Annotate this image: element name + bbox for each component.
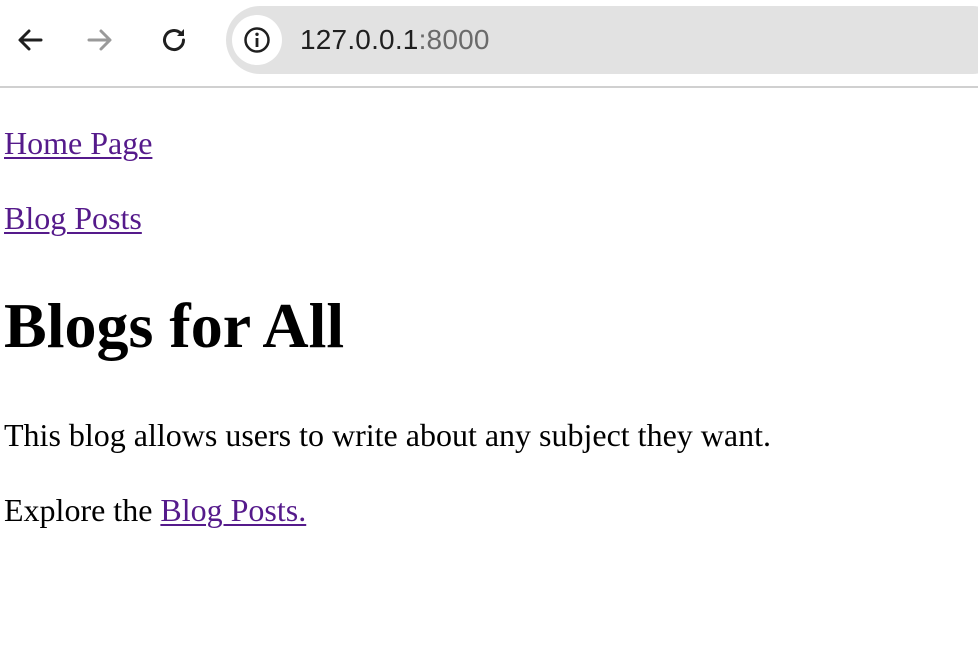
explore-paragraph: Explore the Blog Posts. [4,492,306,528]
reload-button[interactable] [154,20,194,60]
browser-toolbar: 127.0.0.1:8000 [0,0,978,88]
forward-button[interactable] [80,20,120,60]
blog-posts-link[interactable]: Blog Posts [4,200,142,236]
home-nav: Home Page [4,125,152,161]
url-host: 127.0.0.1 [300,24,419,55]
explore-blog-posts-link[interactable]: Blog Posts. [160,492,306,528]
explore-text: Explore the [4,492,161,528]
page-description: This blog allows users to write about an… [4,417,771,453]
page-title: Blogs for All [4,290,345,361]
info-icon [244,27,270,53]
arrow-left-icon [18,29,43,51]
arrow-right-icon [87,29,112,51]
url-text[interactable]: 127.0.0.1:8000 [300,6,490,74]
url-port: :8000 [418,24,490,55]
address-bar[interactable]: 127.0.0.1:8000 [226,6,978,74]
back-button[interactable] [10,20,50,60]
reload-icon [163,29,186,52]
site-info-button[interactable] [232,15,282,65]
posts-nav: Blog Posts [4,200,142,236]
home-page-link[interactable]: Home Page [4,125,152,161]
